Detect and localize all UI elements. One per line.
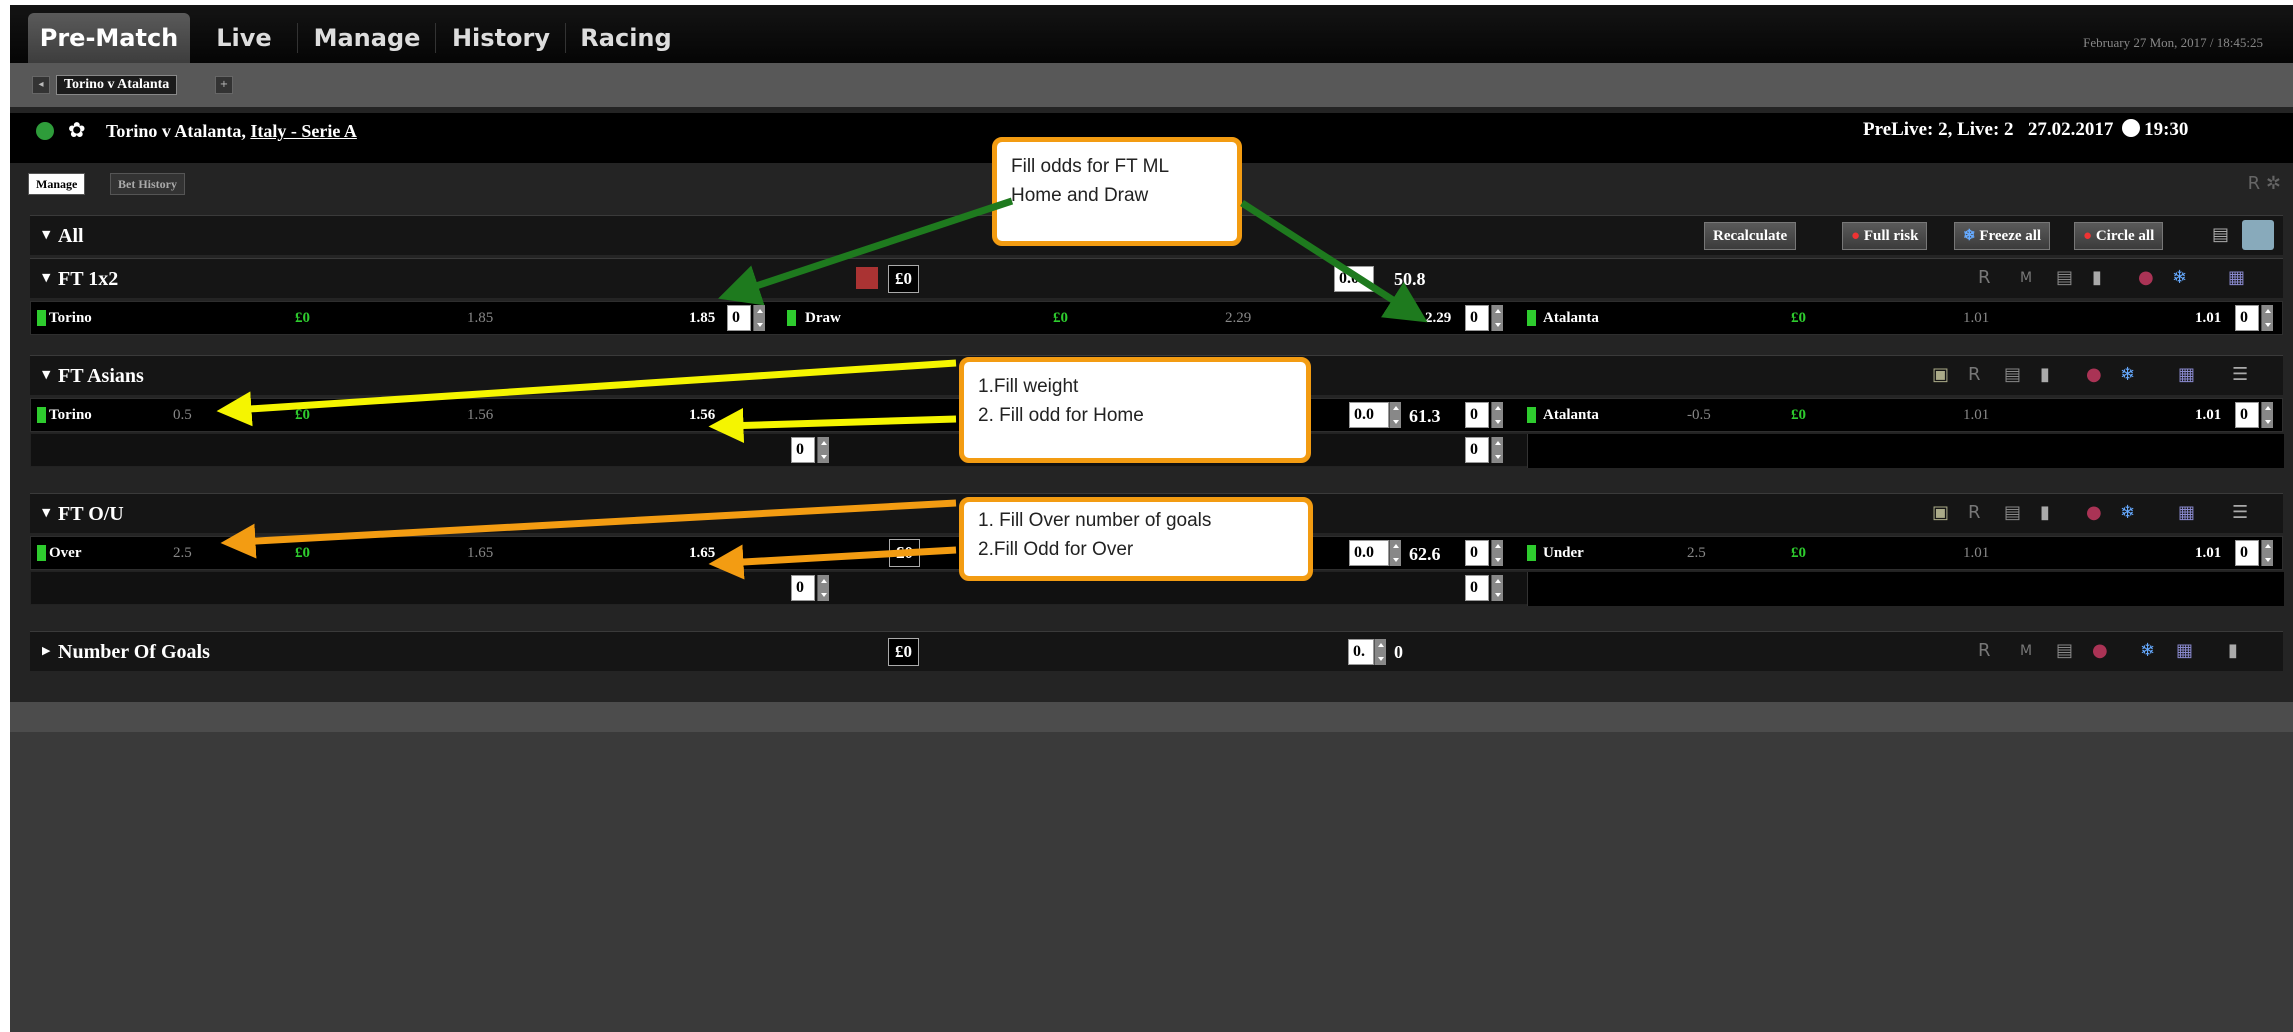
yellow-arrow-odd bbox=[708, 407, 957, 443]
green-arrow-draw bbox=[1240, 200, 1428, 323]
app-window: Pre-Match Live Manage History Racing Feb… bbox=[10, 5, 2293, 1032]
annotation-arrows bbox=[216, 197, 1428, 580]
green-arrow-home bbox=[718, 197, 1014, 306]
yellow-arrow-weight bbox=[216, 359, 957, 427]
orange-arrow-odd bbox=[708, 544, 957, 580]
orange-arrow-goals bbox=[220, 499, 957, 559]
